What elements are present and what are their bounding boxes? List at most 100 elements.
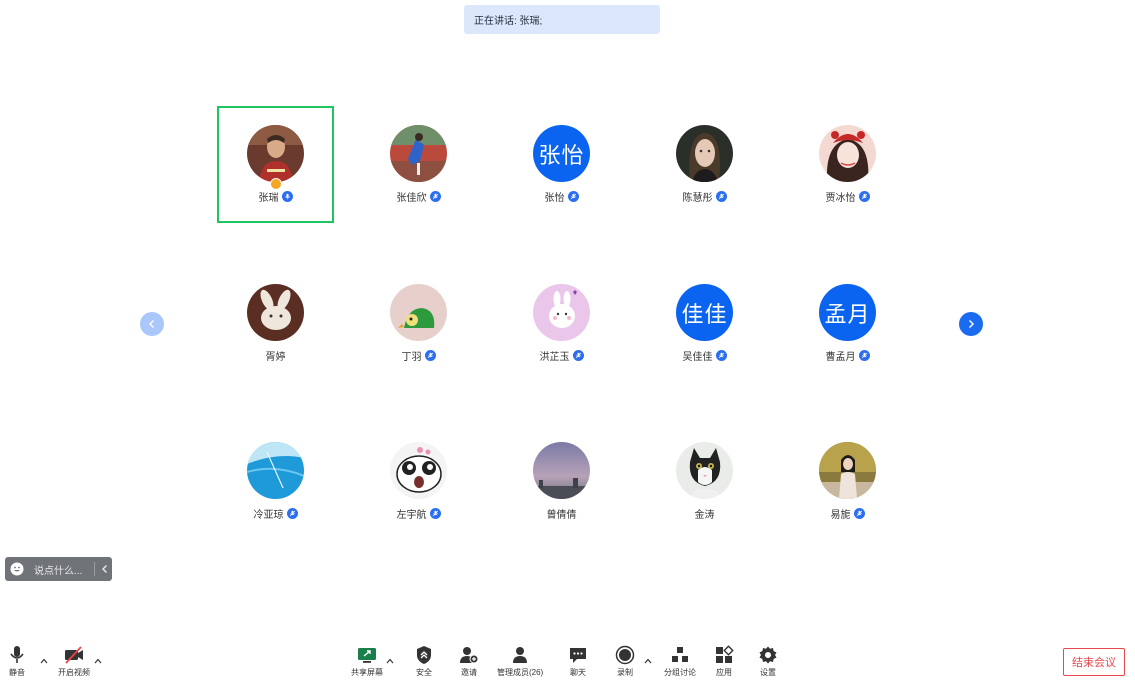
participant-name: 贾冰怡 [825,193,856,204]
apps-label: 应用 [716,668,732,677]
breakout-rooms-button[interactable]: 分组讨论 [664,645,696,678]
members-icon [513,647,528,663]
avatar [390,284,447,341]
avatar: 孟月 [819,284,876,341]
mute-label: 静音 [9,668,25,677]
participant-tile[interactable]: 陈慧彤 [646,106,763,223]
participant-name: 张瑞 [258,193,279,204]
apps-button[interactable]: 应用 [713,645,735,678]
participant-tile[interactable]: 张佳欣 [360,106,477,223]
mic-muted-icon [858,350,870,361]
host-icon [270,178,282,190]
start-video-button[interactable]: 开启视频 [58,645,90,678]
video-label: 开启视频 [58,668,90,677]
participant-name: 易旎 [830,510,851,521]
participant-name: 左宇航 [396,510,427,521]
participant-tile[interactable]: 易旎 [789,423,906,540]
participant-name: 冷亚琼 [253,510,284,521]
microphone-icon [10,646,24,663]
breakout-label: 分组讨论 [664,668,696,677]
participant-name: 张怡 [544,193,565,204]
participant-tile[interactable]: 胥婷 [217,265,334,382]
mic-muted-icon [429,508,441,519]
mic-muted-icon [715,191,727,202]
meeting-stage: 正在讲话: 张瑞; 张瑞 张佳欣 张怡 张怡 陈慧彤 贾冰怡 胥婷 丁羽 洪芷玉… [0,0,1135,683]
participant-tile[interactable]: 张怡 张怡 [503,106,620,223]
share-options-caret-icon[interactable] [385,657,395,665]
apps-grid-icon [716,645,734,663]
record-options-caret-icon[interactable] [643,657,653,665]
camera-off-icon [65,646,83,664]
members-label: 管理成员(26) [497,668,544,677]
avatar [390,442,447,499]
avatar [819,125,876,182]
record-button[interactable]: 录制 [614,645,636,678]
collapse-chevron-icon[interactable] [100,564,110,574]
invite-label: 邀请 [461,668,477,677]
participant-name: 金涛 [694,510,715,521]
end-meeting-label: 结束会议 [1072,657,1116,669]
participant-tile[interactable]: 孟月 曹孟月 [789,265,906,382]
video-options-caret-icon[interactable] [93,657,103,665]
avatar [533,284,590,341]
add-user-icon [460,647,479,664]
settings-label: 设置 [760,668,776,677]
mute-button[interactable]: 静音 [6,645,28,678]
avatar [390,125,447,182]
avatar-initials: 张怡 [538,142,585,168]
participant-name: 曾倩倩 [546,510,577,521]
chat-bubble-icon [570,648,586,663]
speaking-text: 正在讲话: 张瑞; [474,16,543,27]
avatar: 佳佳 [676,284,733,341]
avatar [676,442,733,499]
mic-muted-icon [715,350,727,361]
chat-label: 聊天 [570,668,586,677]
participant-tile[interactable]: 贾冰怡 [789,106,906,223]
invite-button[interactable]: 邀请 [458,645,480,678]
next-page-button[interactable] [959,312,983,336]
participant-tile[interactable]: 张瑞 [217,106,334,223]
share-screen-button[interactable]: 共享屏幕 [351,645,383,678]
avatar-initials: 孟月 [824,301,871,327]
avatar [247,442,304,499]
security-button[interactable]: 安全 [413,645,435,678]
avatar [819,442,876,499]
avatar [247,125,304,182]
previous-page-button[interactable] [140,312,164,336]
participant-name: 洪芷玉 [539,352,570,363]
participant-name: 陈慧彤 [682,193,713,204]
settings-button[interactable]: 设置 [757,645,779,678]
mic-muted-icon [424,350,436,361]
shield-icon [417,646,431,664]
end-meeting-button[interactable]: 结束会议 [1063,648,1125,676]
chat-placeholder: 说点什么... [34,565,83,577]
participant-tile[interactable]: 佳佳 吴佳佳 [646,265,763,382]
mic-muted-icon [853,508,865,519]
chat-button[interactable]: 聊天 [567,645,589,678]
record-icon [615,645,635,665]
share-screen-icon [358,648,376,663]
avatar [533,442,590,499]
manage-members-button[interactable]: 管理成员(26) [497,645,543,678]
mic-muted-icon [429,191,441,202]
breakout-rooms-icon [672,647,688,662]
gear-icon [759,646,777,664]
participant-tile[interactable]: 冷亚琼 [217,423,334,540]
quick-chat-input[interactable]: 说点什么... [5,557,112,581]
mic-speaking-icon [281,191,293,202]
audio-options-caret-icon[interactable] [39,657,49,665]
mic-muted-icon [858,191,870,202]
participant-name: 胥婷 [265,352,286,363]
participant-tile[interactable]: 左宇航 [360,423,477,540]
chevron-right-icon [969,320,974,328]
share-label: 共享屏幕 [351,668,383,677]
mic-muted-icon [572,350,584,361]
participant-tile[interactable]: 曾倩倩 [503,423,620,540]
participant-tile[interactable]: 金涛 [646,423,763,540]
participant-tile[interactable]: 丁羽 [360,265,477,382]
avatar: 张怡 [533,125,590,182]
security-label: 安全 [416,668,432,677]
participant-tile[interactable]: 洪芷玉 [503,265,620,382]
mic-muted-icon [286,508,298,519]
emoji-icon[interactable] [10,562,24,576]
